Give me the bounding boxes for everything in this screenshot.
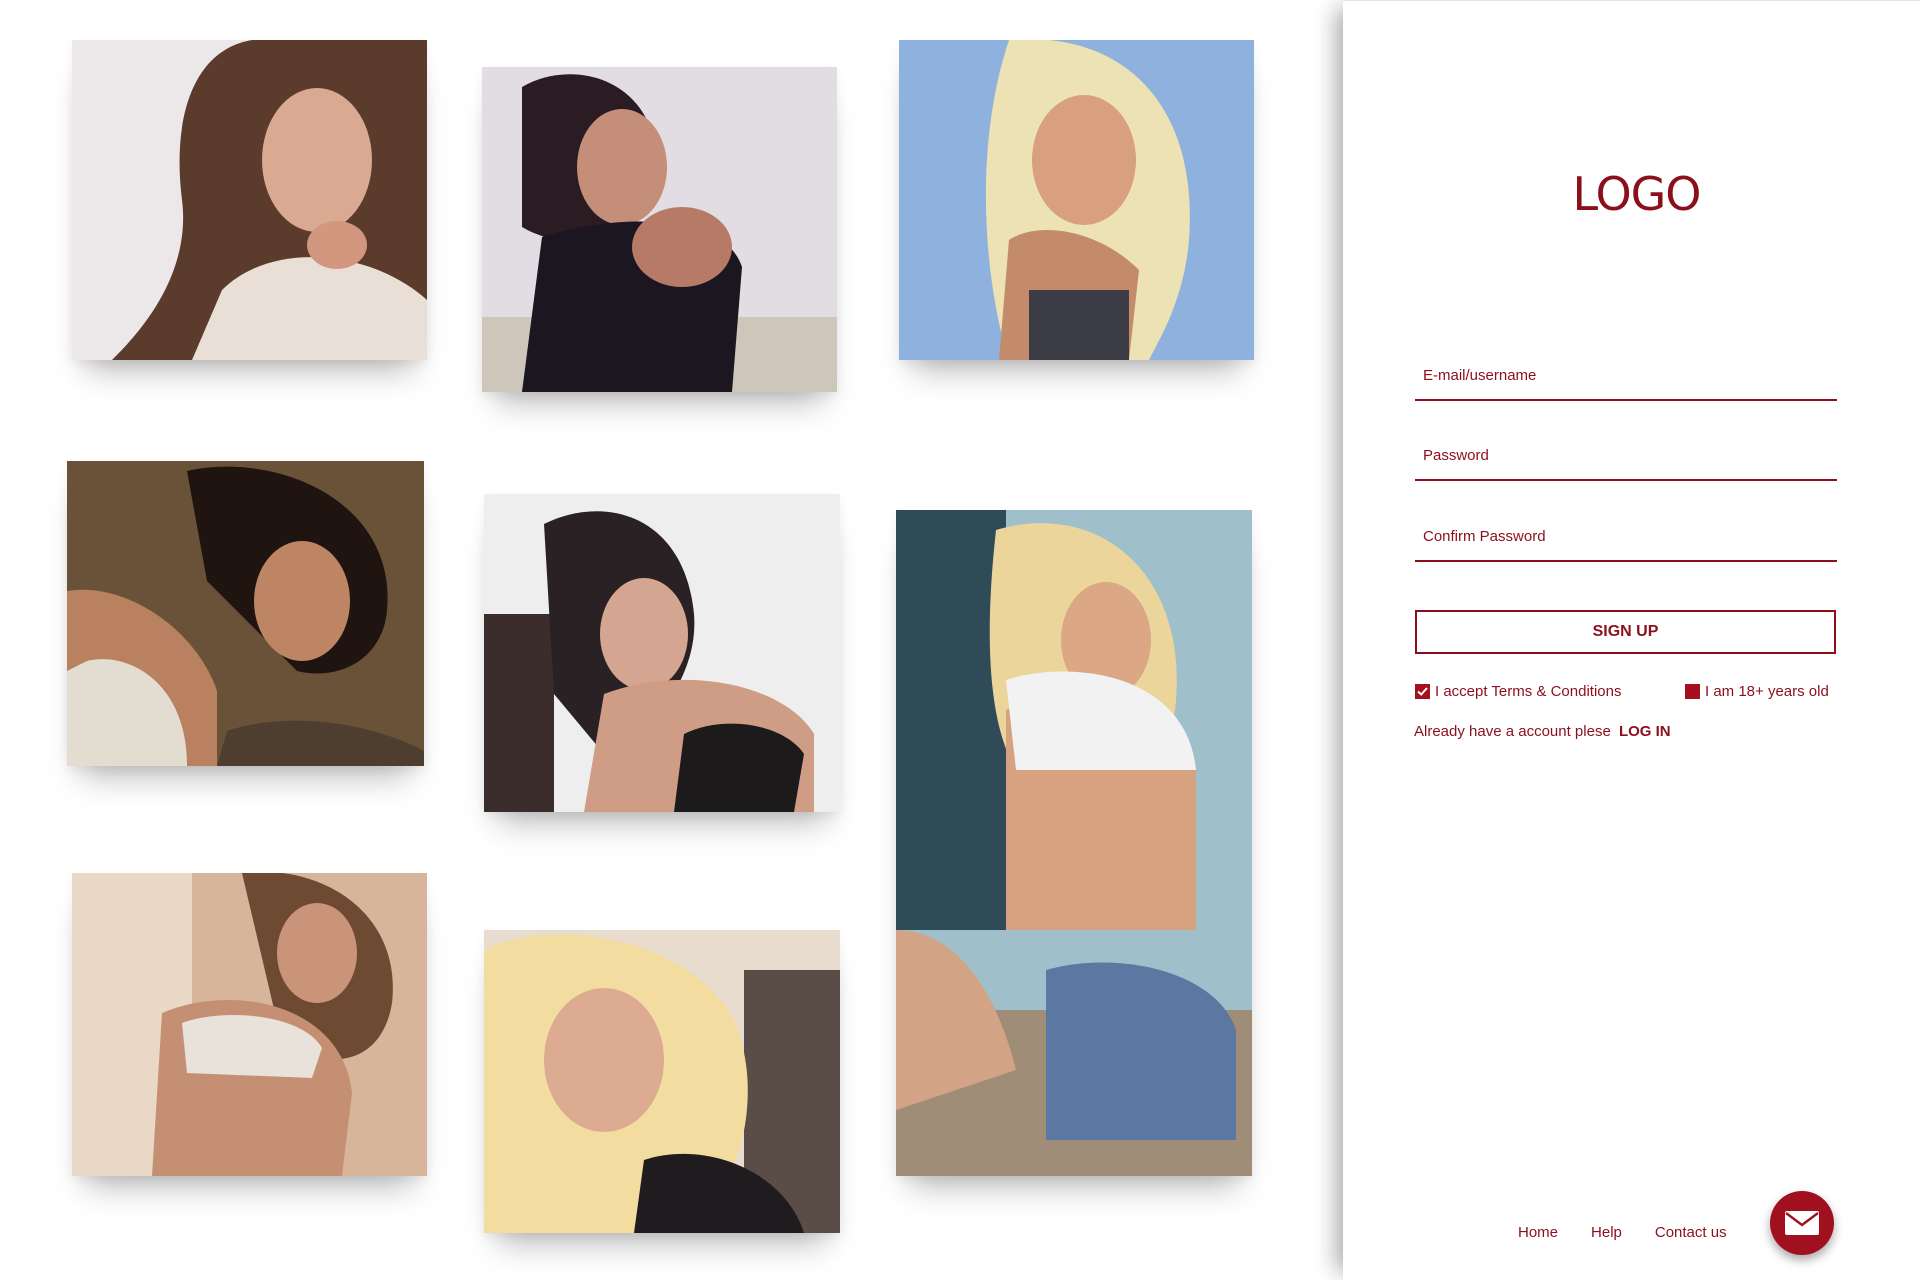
footer-link-contact[interactable]: Contact us (1655, 1224, 1727, 1246)
footer-link-home[interactable]: Home (1518, 1224, 1558, 1246)
confirm-password-field[interactable]: Confirm Password (1415, 518, 1837, 562)
photo-image (484, 930, 840, 1233)
photo-image (72, 873, 427, 1176)
login-prompt-text: Already have a account plese (1414, 723, 1611, 740)
footer-link-help[interactable]: Help (1591, 1224, 1622, 1246)
checkbox-checked-icon (1415, 684, 1430, 699)
age-checkbox[interactable]: I am 18+ years old (1685, 683, 1829, 700)
email-field[interactable]: E-mail/username (1415, 357, 1837, 401)
checkbox-filled-icon (1685, 684, 1700, 699)
password-field[interactable]: Password (1415, 437, 1837, 481)
age-label: I am 18+ years old (1705, 683, 1829, 700)
photo-image (67, 461, 424, 766)
gallery-photo[interactable] (484, 930, 840, 1233)
confirm-password-label: Confirm Password (1423, 528, 1546, 545)
gallery-photo[interactable] (72, 40, 427, 360)
gallery-photo[interactable] (482, 67, 837, 392)
photo-image (484, 494, 840, 812)
gallery-photo[interactable] (72, 873, 427, 1176)
agreement-checks: I accept Terms & Conditions I am 18+ yea… (1415, 683, 1836, 703)
login-link[interactable]: LOG IN (1619, 723, 1671, 740)
mail-icon (1785, 1211, 1819, 1235)
email-label: E-mail/username (1423, 367, 1537, 384)
terms-checkbox[interactable]: I accept Terms & Conditions (1415, 683, 1621, 700)
page: LOGO E-mail/username Password Confirm Pa… (0, 0, 1920, 1280)
password-label: Password (1423, 447, 1489, 464)
gallery-photo[interactable] (899, 40, 1254, 360)
photo-image (899, 40, 1254, 360)
footer-nav: Home Help Contact us (1518, 1224, 1760, 1246)
gallery-photo[interactable] (896, 510, 1252, 1176)
signup-button[interactable]: SIGN UP (1415, 610, 1836, 654)
photo-gallery (0, 0, 1343, 1280)
signup-panel: LOGO E-mail/username Password Confirm Pa… (1343, 0, 1920, 1280)
photo-image (896, 510, 1252, 1176)
login-prompt: Already have a account plese LOG IN (1414, 723, 1671, 740)
photo-image (72, 40, 427, 360)
gallery-photo[interactable] (484, 494, 840, 812)
mail-button[interactable] (1770, 1191, 1834, 1255)
terms-label: I accept Terms & Conditions (1435, 683, 1622, 700)
logo: LOGO (1572, 167, 1701, 221)
photo-image (482, 67, 837, 392)
gallery-photo[interactable] (67, 461, 424, 766)
